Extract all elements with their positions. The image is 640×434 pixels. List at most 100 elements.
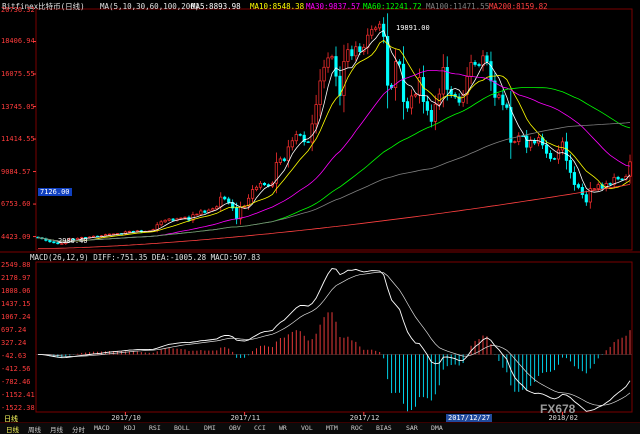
chart-canvas (0, 8, 640, 415)
price-badge: 7126.00 (38, 188, 72, 196)
candle-body (92, 235, 96, 238)
indicator-tab[interactable]: MTM (326, 424, 338, 432)
candle-body (239, 206, 243, 220)
price-tick-label: 9084.57 (1, 167, 31, 176)
macd-plot (36, 268, 632, 412)
candle-body (401, 63, 406, 102)
candle-body (580, 187, 584, 195)
macd-tick-label: -412.56 (1, 364, 31, 373)
candle-body (620, 178, 624, 181)
candle-body (350, 49, 354, 57)
candle-body (127, 230, 131, 233)
macd-tick-label: 2178.97 (1, 274, 31, 283)
brand-watermark: FX678 (540, 402, 576, 416)
candle-body (167, 218, 171, 221)
candle-body (413, 94, 418, 97)
candle-body (437, 93, 441, 105)
candle-body (477, 64, 481, 66)
candle-body (322, 66, 326, 82)
indicator-tab[interactable]: MACD (94, 424, 110, 432)
candle-body (544, 144, 549, 154)
price-panel-border (35, 8, 633, 251)
candle-body (501, 94, 505, 106)
candle-body (318, 80, 322, 105)
candle-body (258, 182, 263, 188)
candle-body (616, 176, 620, 180)
date-box: 2017/12/27 (446, 414, 493, 422)
candle-body (163, 219, 167, 223)
candle-body (568, 160, 572, 173)
candle-body (425, 101, 429, 111)
ma60-line (37, 87, 631, 242)
candle-body (203, 210, 207, 213)
indicator-tab[interactable]: BOLL (174, 424, 190, 432)
macd-header: MACD(26,12,9) DIFF:-751.35 DEA:-1005.28 … (30, 253, 261, 262)
candle-body (235, 207, 239, 220)
macd-tick-label: 697.24 (1, 326, 27, 335)
candle-body (529, 140, 533, 148)
ma200-value: MA200:8159.82 (489, 2, 548, 11)
macd-dea-line (37, 271, 631, 406)
indicator-tab[interactable]: VOL (301, 424, 313, 432)
ma100-value: MA100:11471.55 (426, 2, 490, 11)
candle-body (564, 141, 569, 161)
macd-tick-label: 1067.24 (1, 313, 31, 322)
candle-body (433, 103, 437, 122)
candle-body (525, 135, 529, 148)
candle-body (469, 62, 473, 77)
ma200-line (38, 184, 631, 249)
candle-body (405, 101, 410, 109)
candle-body (107, 233, 112, 236)
indicator-tab[interactable]: CCI (254, 424, 266, 432)
macd-tick-label: -1522.38 (1, 403, 35, 412)
candle-body (497, 94, 501, 98)
candle-body (505, 104, 509, 108)
indicator-tab[interactable]: DMA (431, 424, 443, 432)
date-tick-label: 2017/10 (111, 414, 141, 422)
indicator-tab[interactable]: BIAS (376, 424, 392, 432)
candle-body (628, 161, 632, 177)
macd-diff-line (37, 268, 631, 412)
candle-body (513, 141, 517, 143)
candle-body (576, 184, 580, 188)
candle-body (509, 107, 513, 143)
indicator-tab[interactable]: DMI (204, 424, 216, 432)
candle-body (358, 46, 362, 52)
macd-panel-border (35, 261, 633, 413)
indicator-tab[interactable]: KDJ (124, 424, 136, 432)
candle-body (397, 61, 402, 65)
candle-body (183, 216, 187, 219)
candle-body (171, 218, 175, 221)
macd-tick-label: -782.46 (1, 377, 31, 386)
candle-body (310, 123, 314, 143)
indicator-tab[interactable]: ROC (351, 424, 363, 432)
high-annotation: 19891.00 (396, 24, 430, 32)
candle-body (370, 29, 374, 36)
indicator-tab[interactable]: RSI (149, 424, 161, 432)
macd-tick-label: 2549.88 (1, 261, 31, 270)
candle-body (223, 196, 227, 200)
candle-body (211, 208, 215, 211)
price-tick-label: 11414.55 (1, 135, 35, 144)
candle-body (354, 46, 358, 57)
candle-body (572, 172, 576, 185)
ma10-value: MA10:8548.38 (250, 2, 305, 11)
candle-body (306, 141, 310, 143)
macd-tick-label: -1152.41 (1, 390, 35, 399)
candle-body (552, 158, 557, 160)
indicator-tab[interactable]: OBV (229, 424, 241, 432)
candle-body (282, 158, 286, 161)
candle-body (219, 196, 223, 208)
candle-body (286, 146, 290, 161)
price-tick-label: 20736.32 (1, 6, 35, 14)
candle-body (195, 213, 199, 216)
candle-body (342, 61, 346, 96)
indicator-tab[interactable]: SAR (406, 424, 418, 432)
indicator-tab[interactable]: WR (279, 424, 287, 432)
candle-body (52, 241, 56, 244)
candle-body (409, 95, 414, 109)
candle-body (445, 67, 449, 90)
candle-body (254, 186, 259, 190)
candle-body (290, 140, 294, 148)
candle-body (608, 183, 612, 185)
